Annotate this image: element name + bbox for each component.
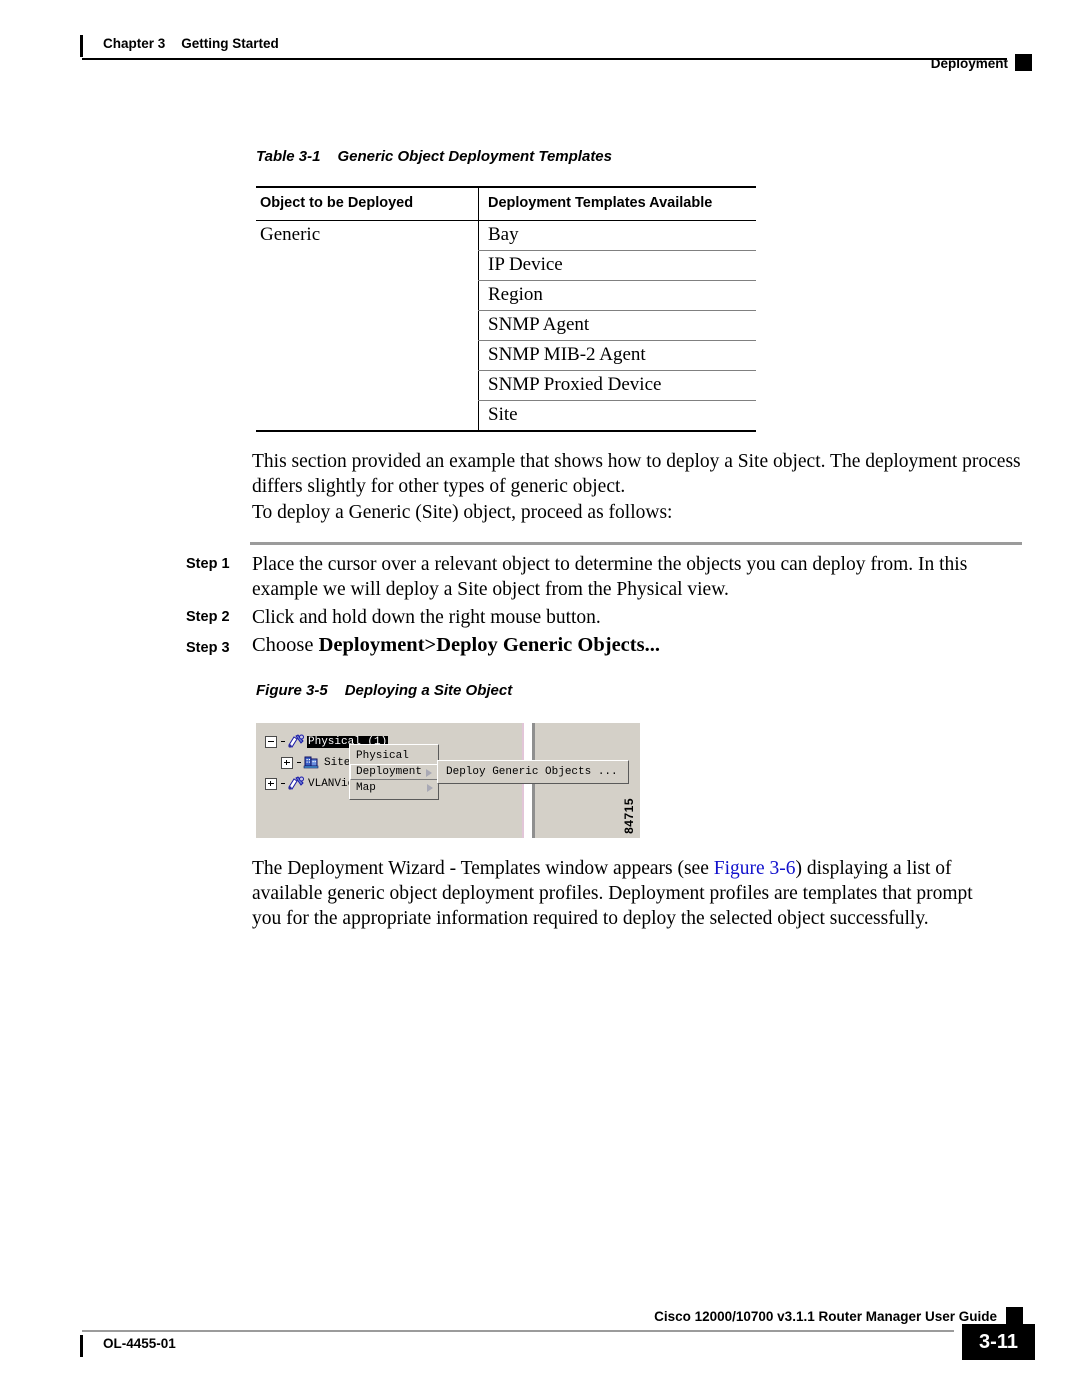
context-menu-item-deployment[interactable]: Deployment (350, 764, 438, 780)
submenu-arrow-icon (427, 784, 433, 792)
footer-doc-id: OL-4455-01 (103, 1336, 176, 1351)
view-icon (287, 734, 305, 749)
table-row: SNMP Proxied Device (256, 370, 756, 400)
context-menu-item-label: Physical (356, 750, 409, 762)
step-3-text: Choose Deployment>Deploy Generic Objects… (252, 633, 1024, 658)
table-cell-template: IP Device (478, 251, 756, 281)
submenu-arrow-icon (426, 769, 432, 777)
step-1-label: Step 1 (186, 556, 230, 572)
header-chapter-title: Getting Started (181, 36, 279, 51)
figure-screenshot: Physical (1) Site- VLANView Physical Dep… (256, 723, 640, 838)
submenu-item-deploy-generic-objects[interactable]: Deploy Generic Objects ... (438, 764, 628, 780)
tree-item-site[interactable]: Site- (281, 754, 358, 771)
table-cell-object (256, 401, 478, 430)
deployment-templates-table: Object to be Deployed Deployment Templat… (256, 186, 756, 432)
step-3-label: Step 3 (186, 640, 230, 656)
figure-caption-number: Figure 3-5 (256, 682, 328, 699)
header-square-marker (1015, 54, 1032, 71)
footer-rule (82, 1330, 954, 1332)
table-cell-object (256, 281, 478, 310)
footer-left-tick (80, 1335, 83, 1357)
step-2-label: Step 2 (186, 609, 230, 625)
page-footer: Cisco 12000/10700 v3.1.1 Router Manager … (0, 1300, 1080, 1380)
document-page: Chapter 3 Getting Started Deployment Tabl… (0, 0, 1080, 1397)
minus-expander-icon[interactable] (265, 735, 277, 748)
table-bottom-rule (256, 429, 756, 432)
step-2-text: Click and hold down the right mouse butt… (252, 607, 601, 628)
page-header: Chapter 3 Getting Started Deployment (0, 0, 1080, 80)
context-menu-item-label: Deployment (356, 766, 423, 778)
procedure-lead-in: To deploy a Generic (Site) object, proce… (252, 502, 673, 523)
footer-guide-title: Cisco 12000/10700 v3.1.1 Router Manager … (654, 1309, 997, 1324)
plus-expander-icon[interactable] (265, 777, 277, 790)
step-3-menu-path: Deployment>Deploy Generic Objects... (318, 634, 660, 656)
step-1-text: Place the cursor over a relevant object … (252, 554, 968, 600)
table-row: Generic Bay (256, 221, 756, 251)
figure-cross-reference-link[interactable]: Figure 3-6 (714, 858, 796, 879)
table-header-row: Object to be Deployed Deployment Templat… (256, 188, 756, 221)
context-submenu: Deploy Generic Objects ... (437, 760, 629, 784)
header-rule (82, 58, 1007, 60)
table-cell-object (256, 371, 478, 400)
tree-connector (297, 762, 301, 763)
tree-connector (281, 783, 285, 784)
context-menu-item-physical[interactable]: Physical (350, 748, 438, 764)
table-cell-object (256, 311, 478, 340)
header-chapter-number: Chapter 3 (103, 36, 166, 51)
view-icon (287, 776, 305, 791)
table-header-cell-object: Object to be Deployed (260, 195, 414, 211)
figure-caption: Figure 3-5 Deploying a Site Object (256, 682, 512, 699)
table-cell-template: SNMP MIB-2 Agent (478, 340, 756, 370)
table-row: Region (256, 281, 756, 311)
footer-square-marker (1006, 1307, 1023, 1324)
table-cell-template: Bay (478, 221, 756, 251)
table-caption-title: Generic Object Deployment Templates (337, 148, 612, 165)
header-chapter-line: Chapter 3 Getting Started (103, 36, 279, 51)
step-3-prefix: Choose (252, 634, 319, 656)
table-cell-template: Region (478, 281, 756, 311)
table-cell-template: SNMP Agent (478, 311, 756, 340)
header-running-head: Deployment (930, 56, 1008, 71)
context-menu-item-map[interactable]: Map (350, 780, 438, 796)
table-cell-object (256, 341, 478, 370)
table-row: Site (256, 400, 756, 430)
context-menu: Physical Deployment Map (349, 744, 439, 800)
table-row: IP Device (256, 251, 756, 281)
figure-art-id: 84715 (622, 798, 636, 834)
steps-divider-rule (250, 542, 1022, 545)
tree-item-vlanview[interactable]: VLANView (265, 775, 362, 792)
table-cell-object: Generic (260, 224, 321, 246)
plus-expander-icon[interactable] (281, 756, 293, 769)
site-icon (303, 755, 321, 770)
page-number-badge: 3-11 (962, 1324, 1035, 1360)
table-cell-template: SNMP Proxied Device (478, 370, 756, 400)
tree-connector (281, 741, 285, 742)
intro-paragraph: This section provided an example that sh… (252, 451, 1021, 497)
header-left-tick (80, 35, 83, 57)
table-cell-object (256, 251, 478, 280)
table-cell-template: Site (478, 400, 756, 430)
table-caption-number: Table 3-1 (256, 148, 321, 165)
closing-paragraph-before-link: The Deployment Wizard - Templates window… (252, 858, 714, 879)
submenu-item-label: Deploy Generic Objects ... (446, 766, 618, 778)
table-row: SNMP Agent (256, 311, 756, 340)
context-menu-item-label: Map (356, 782, 376, 794)
closing-paragraph: The Deployment Wizard - Templates window… (252, 856, 997, 931)
figure-caption-title: Deploying a Site Object (344, 682, 513, 699)
table-caption: Table 3-1 Generic Object Deployment Templ… (256, 148, 612, 165)
table-header-cell-templates: Deployment Templates Available (478, 188, 756, 221)
table-row: SNMP MIB-2 Agent (256, 340, 756, 370)
